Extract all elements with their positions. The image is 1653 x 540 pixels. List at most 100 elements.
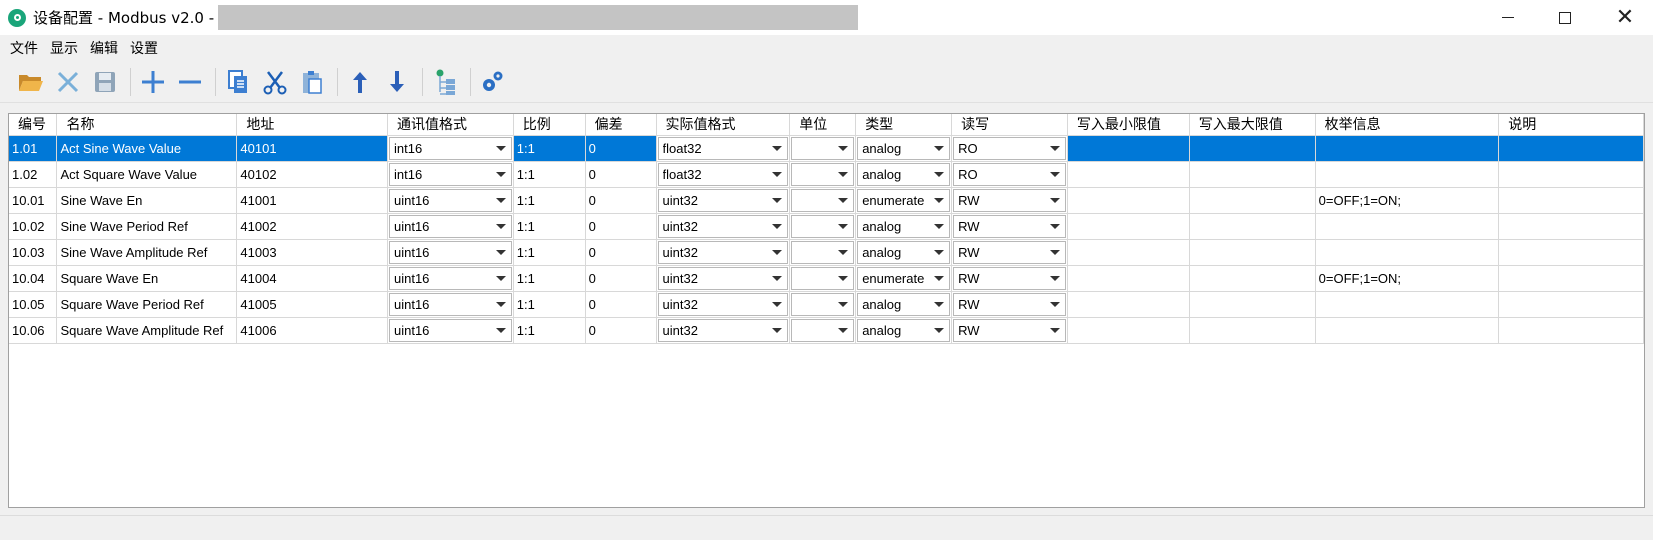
cell-desc[interactable] xyxy=(1498,135,1644,162)
type-combobox[interactable]: enumerate xyxy=(857,188,951,212)
chevron-down-icon[interactable] xyxy=(1045,216,1065,237)
cell-enum[interactable] xyxy=(1315,135,1500,162)
cell-desc[interactable] xyxy=(1498,187,1644,214)
column-header[interactable]: 枚举信息 xyxy=(1315,114,1500,136)
cell-enum[interactable] xyxy=(1315,239,1500,266)
cell-name[interactable]: Act Sine Wave Value xyxy=(56,135,238,162)
cell-offset[interactable]: 0 xyxy=(585,265,657,292)
cell-rw[interactable]: RW xyxy=(951,265,1068,292)
cell-address[interactable]: 41001 xyxy=(236,187,388,214)
cell-enum[interactable]: 0=OFF;1=ON; xyxy=(1315,265,1500,292)
cell-actual-format[interactable]: float32 xyxy=(656,161,791,188)
unit-combobox[interactable] xyxy=(791,188,855,212)
cell-address[interactable]: 40102 xyxy=(236,161,388,188)
chevron-down-icon[interactable] xyxy=(491,164,511,185)
chevron-down-icon[interactable] xyxy=(1045,242,1065,263)
cell-comm-format[interactable]: uint16 xyxy=(387,187,514,214)
close-file-button[interactable] xyxy=(51,65,85,99)
chevron-down-icon[interactable] xyxy=(929,190,949,211)
menu-view[interactable]: 显示 xyxy=(44,38,84,58)
cell-min[interactable] xyxy=(1067,291,1190,318)
chevron-down-icon[interactable] xyxy=(1045,190,1065,211)
chevron-down-icon[interactable] xyxy=(767,320,787,341)
cell-desc[interactable] xyxy=(1498,213,1644,240)
column-header[interactable]: 通讯值格式 xyxy=(387,114,514,136)
actual-format-combobox[interactable]: float32 xyxy=(657,136,789,160)
chevron-down-icon[interactable] xyxy=(929,294,949,315)
cell-ratio[interactable]: 1:1 xyxy=(513,265,586,292)
chevron-down-icon[interactable] xyxy=(1045,164,1065,185)
cell-ratio[interactable]: 1:1 xyxy=(513,161,586,188)
chevron-down-icon[interactable] xyxy=(929,216,949,237)
cell-id[interactable]: 1.02 xyxy=(9,161,58,188)
cell-id[interactable]: 1.01 xyxy=(9,135,58,162)
cell-ratio[interactable]: 1:1 xyxy=(513,317,586,344)
cell-ratio[interactable]: 1:1 xyxy=(513,187,586,214)
actual-format-combobox[interactable]: uint32 xyxy=(657,292,789,316)
table-row[interactable]: 10.05 Square Wave Period Ref 41005 uint16 1:… xyxy=(9,291,1644,318)
cell-enum[interactable] xyxy=(1315,291,1500,318)
column-header[interactable]: 编号 xyxy=(9,114,58,136)
cell-type[interactable]: analog xyxy=(855,317,953,344)
cell-address[interactable]: 41005 xyxy=(236,291,388,318)
paste-button[interactable] xyxy=(295,65,329,99)
chevron-down-icon[interactable] xyxy=(767,216,787,237)
add-group-button[interactable] xyxy=(428,65,462,99)
column-header[interactable]: 写入最大限值 xyxy=(1189,114,1316,136)
comm-format-combobox[interactable]: uint16 xyxy=(388,292,512,316)
cell-comm-format[interactable]: uint16 xyxy=(387,265,514,292)
add-row-button[interactable] xyxy=(136,65,170,99)
table-row[interactable]: 10.04 Square Wave En 41004 uint16 1:1 0 uint32… xyxy=(9,265,1644,292)
cell-max[interactable] xyxy=(1189,213,1316,240)
cell-address[interactable]: 41004 xyxy=(236,265,388,292)
chevron-down-icon[interactable] xyxy=(833,164,853,185)
cell-type[interactable]: analog xyxy=(855,213,953,240)
comm-format-combobox[interactable]: uint16 xyxy=(388,188,512,212)
unit-combobox[interactable] xyxy=(791,318,855,342)
cell-desc[interactable] xyxy=(1498,239,1644,266)
chevron-down-icon[interactable] xyxy=(491,216,511,237)
actual-format-combobox[interactable]: uint32 xyxy=(657,214,789,238)
cell-type[interactable]: enumerate xyxy=(855,265,953,292)
comm-format-combobox[interactable]: uint16 xyxy=(388,318,512,342)
cell-min[interactable] xyxy=(1067,135,1190,162)
cell-desc[interactable] xyxy=(1498,265,1644,292)
chevron-down-icon[interactable] xyxy=(929,268,949,289)
chevron-down-icon[interactable] xyxy=(491,268,511,289)
chevron-down-icon[interactable] xyxy=(929,242,949,263)
column-header[interactable]: 实际值格式 xyxy=(656,114,791,136)
cell-actual-format[interactable]: uint32 xyxy=(656,265,791,292)
cell-min[interactable] xyxy=(1067,187,1190,214)
cell-enum[interactable] xyxy=(1315,161,1500,188)
cell-type[interactable]: analog xyxy=(855,239,953,266)
cell-min[interactable] xyxy=(1067,213,1190,240)
comm-format-combobox[interactable]: uint16 xyxy=(388,240,512,264)
cell-offset[interactable]: 0 xyxy=(585,239,657,266)
cell-rw[interactable]: RW xyxy=(951,187,1068,214)
rw-combobox[interactable]: RW xyxy=(953,214,1066,238)
cell-offset[interactable]: 0 xyxy=(585,187,657,214)
unit-combobox[interactable] xyxy=(791,266,855,290)
type-combobox[interactable]: analog xyxy=(857,292,951,316)
menu-file[interactable]: 文件 xyxy=(4,38,44,58)
rw-combobox[interactable]: RW xyxy=(953,318,1066,342)
cell-enum[interactable]: 0=OFF;1=ON; xyxy=(1315,187,1500,214)
cell-name[interactable]: Square Wave Amplitude Ref xyxy=(56,317,238,344)
cell-min[interactable] xyxy=(1067,317,1190,344)
minimize-button[interactable] xyxy=(1480,0,1536,35)
chevron-down-icon[interactable] xyxy=(767,242,787,263)
chevron-down-icon[interactable] xyxy=(833,268,853,289)
close-button[interactable]: ✕ xyxy=(1597,0,1653,35)
cell-desc[interactable] xyxy=(1498,161,1644,188)
cell-unit[interactable] xyxy=(789,317,857,344)
chevron-down-icon[interactable] xyxy=(491,190,511,211)
column-header[interactable]: 比例 xyxy=(513,114,586,136)
unit-combobox[interactable] xyxy=(791,136,855,160)
chevron-down-icon[interactable] xyxy=(767,268,787,289)
cell-address[interactable]: 40101 xyxy=(236,135,388,162)
cell-unit[interactable] xyxy=(789,265,857,292)
cell-name[interactable]: Sine Wave Period Ref xyxy=(56,213,238,240)
save-button[interactable] xyxy=(88,65,122,99)
unit-combobox[interactable] xyxy=(791,292,855,316)
cell-name[interactable]: Act Square Wave Value xyxy=(56,161,238,188)
